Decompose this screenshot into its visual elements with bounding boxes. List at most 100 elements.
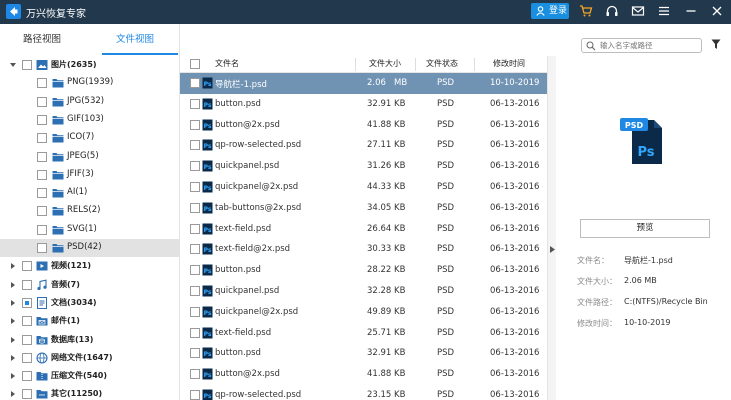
tree-item[interactable]: 压缩文件(540) <box>0 367 180 385</box>
login-button[interactable]: 登录 <box>531 3 569 19</box>
filter-icon[interactable] <box>711 39 721 50</box>
row-checkbox[interactable] <box>190 161 200 172</box>
search-box[interactable] <box>581 38 702 53</box>
table-row[interactable]: Ps tab-buttons@2x.psd 34.05 KB PSD 06-13-2016 <box>180 198 547 219</box>
table-row[interactable]: Ps 导航栏-1.psd 2.06 MB PSD 10-10-2019 <box>180 73 547 94</box>
tree-checkbox[interactable] <box>22 352 32 363</box>
tree-checkbox[interactable] <box>22 279 32 290</box>
tree-checkbox[interactable] <box>37 96 47 107</box>
select-all-checkbox[interactable] <box>190 59 200 69</box>
cart-icon[interactable] <box>579 4 593 18</box>
tree-item[interactable]: 文档(3034) <box>0 294 180 312</box>
header-divider[interactable] <box>415 58 416 71</box>
tree-checkbox[interactable] <box>37 188 47 199</box>
row-checkbox[interactable] <box>190 390 200 400</box>
chevron-right-icon[interactable] <box>9 390 17 398</box>
tree-item[interactable]: PNG(1939) <box>0 74 180 92</box>
search-input[interactable] <box>600 40 698 51</box>
tree-checkbox[interactable] <box>22 389 32 400</box>
table-row[interactable]: Ps button@2x.psd 41.88 KB PSD 06-13-2016 <box>180 115 547 136</box>
tree-item[interactable]: SVG(1) <box>0 221 180 239</box>
tree-item[interactable]: 网络文件(1647) <box>0 349 180 367</box>
table-row[interactable]: Ps text-field.psd 26.64 KB PSD 06-13-2016 <box>180 219 547 240</box>
tree-item[interactable]: PSD(42) <box>0 239 180 258</box>
tree-checkbox[interactable] <box>22 297 32 308</box>
table-row[interactable]: Ps button.psd 28.22 KB PSD 06-13-2016 <box>180 260 547 281</box>
table-row[interactable]: Ps button.psd 32.91 KB PSD 06-13-2016 <box>180 343 547 364</box>
chevron-right-icon[interactable] <box>9 262 17 270</box>
tree-checkbox[interactable] <box>22 334 32 345</box>
chevron-right-icon[interactable] <box>9 299 17 307</box>
tree-item[interactable]: JPG(532) <box>0 93 180 111</box>
chevron-right-icon[interactable] <box>9 354 17 362</box>
header-divider[interactable] <box>355 58 356 71</box>
table-row[interactable]: Ps quickpanel@2x.psd 49.89 KB PSD 06-13-2016 <box>180 302 547 323</box>
tree-checkbox[interactable] <box>37 243 47 253</box>
table-row[interactable]: Ps quickpanel@2x.psd 44.33 KB PSD 06-13-2016 <box>180 177 547 198</box>
tree-checkbox[interactable] <box>22 60 32 70</box>
row-checkbox[interactable] <box>190 78 200 88</box>
row-checkbox[interactable] <box>190 348 200 359</box>
tree-item[interactable]: 数据库(13) <box>0 331 180 349</box>
table-row[interactable]: Ps qp-row-selected.psd 27.11 KB PSD 06-13-201… <box>180 135 547 156</box>
tab-file-view[interactable]: 文件视图 <box>90 24 180 56</box>
table-row[interactable]: Ps button@2x.psd 41.88 KB PSD 06-13-2016 <box>180 364 547 385</box>
minimize-icon[interactable] <box>684 4 698 18</box>
tree-item[interactable]: 音频(7) <box>0 276 180 294</box>
row-checkbox[interactable] <box>190 119 200 130</box>
row-checkbox[interactable] <box>190 286 200 296</box>
tree-item[interactable]: GIF(103) <box>0 111 180 129</box>
tree-item[interactable]: JPEG(5) <box>0 148 180 166</box>
chevron-right-icon[interactable] <box>9 372 17 380</box>
tree-checkbox[interactable] <box>37 169 47 180</box>
header-date[interactable]: 修改时间 <box>493 58 525 69</box>
table-row[interactable]: Ps button.psd 32.91 KB PSD 06-13-2016 <box>180 94 547 115</box>
row-checkbox[interactable] <box>190 202 200 213</box>
tree-item[interactable]: 图片(2635) <box>0 56 180 74</box>
row-checkbox[interactable] <box>190 140 200 151</box>
tree-checkbox[interactable] <box>22 316 32 327</box>
row-checkbox[interactable] <box>190 306 200 317</box>
tree-checkbox[interactable] <box>22 371 32 382</box>
header-size[interactable]: 文件大小 <box>369 58 401 69</box>
tree-checkbox[interactable] <box>37 114 47 125</box>
menu-icon[interactable] <box>657 4 671 18</box>
tree-item[interactable]: ICO(7) <box>0 129 180 147</box>
tree-checkbox[interactable] <box>37 206 47 217</box>
tree-item[interactable]: 其它(11250) <box>0 385 180 400</box>
tree-item[interactable]: 邮件(1) <box>0 312 180 330</box>
header-status[interactable]: 文件状态 <box>426 58 458 69</box>
row-checkbox[interactable] <box>190 98 200 109</box>
chevron-right-icon[interactable] <box>9 317 17 325</box>
row-checkbox[interactable] <box>190 182 200 192</box>
tree-checkbox[interactable] <box>37 78 47 89</box>
mail-icon[interactable] <box>631 4 645 18</box>
tree-item[interactable]: RELS(2) <box>0 202 180 220</box>
row-checkbox[interactable] <box>190 265 200 276</box>
row-checkbox[interactable] <box>190 369 200 380</box>
close-icon[interactable] <box>710 4 724 18</box>
row-checkbox[interactable] <box>190 223 200 234</box>
row-checkbox[interactable] <box>190 244 200 255</box>
tree-checkbox[interactable] <box>22 261 32 272</box>
table-row[interactable]: Ps quickpanel.psd 32.28 KB PSD 06-13-2016 <box>180 281 547 302</box>
tree-item[interactable]: AI(1) <box>0 184 180 202</box>
panel-divider[interactable] <box>547 56 556 400</box>
tab-path-view[interactable]: 路径视图 <box>0 24 87 56</box>
row-checkbox[interactable] <box>190 327 200 338</box>
tree-item[interactable]: JFIF(3) <box>0 166 180 184</box>
table-row[interactable]: Ps qp-row-selected.psd 23.15 KB PSD 06-13-201… <box>180 385 547 400</box>
chevron-right-icon[interactable] <box>9 336 17 344</box>
chevron-right-icon[interactable] <box>9 281 17 289</box>
header-divider[interactable] <box>474 58 475 71</box>
tree-checkbox[interactable] <box>37 224 47 235</box>
table-row[interactable]: Ps text-field@2x.psd 30.33 KB PSD 06-13-2016 <box>180 239 547 260</box>
headset-icon[interactable] <box>605 4 619 18</box>
chevron-down-icon[interactable] <box>9 61 17 69</box>
tree-item[interactable]: 视频(121) <box>0 257 180 275</box>
header-name[interactable]: 文件名 <box>215 58 239 69</box>
table-row[interactable]: Ps text-field.psd 25.71 KB PSD 06-13-2016 <box>180 323 547 344</box>
tree-checkbox[interactable] <box>37 151 47 162</box>
tree-checkbox[interactable] <box>37 133 47 144</box>
table-row[interactable]: Ps quickpanel.psd 31.26 KB PSD 06-13-2016 <box>180 156 547 177</box>
